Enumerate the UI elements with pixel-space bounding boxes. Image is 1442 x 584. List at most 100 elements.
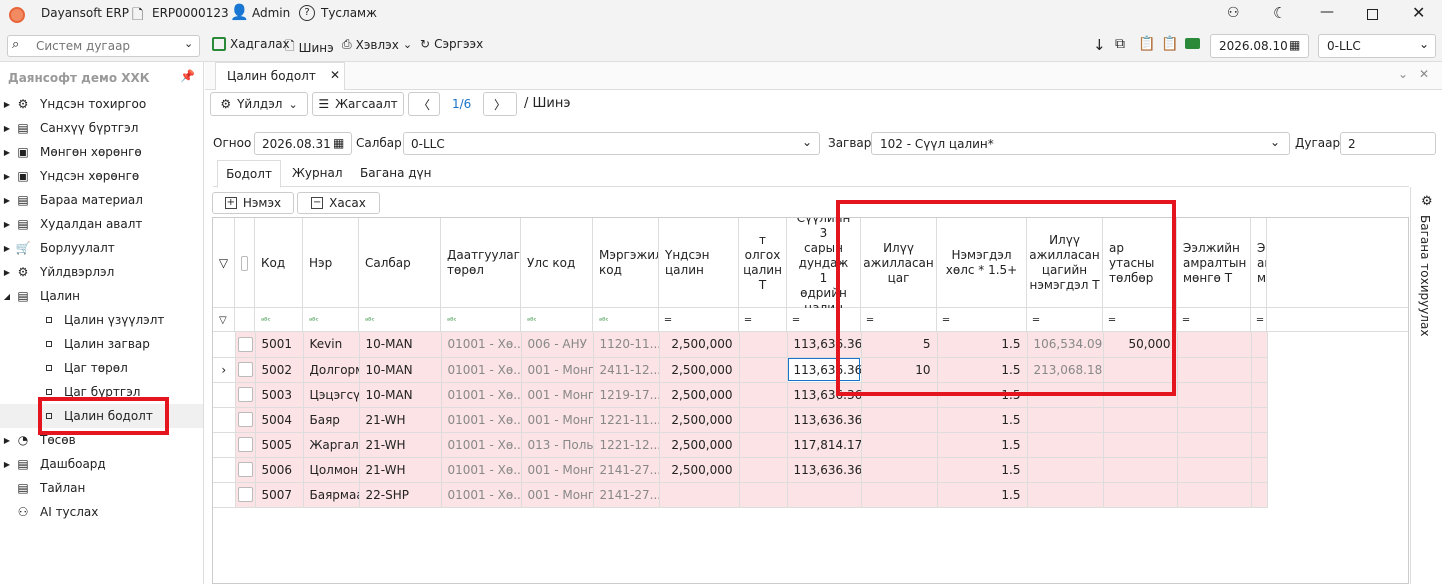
sidebar-item-9[interactable]: Цалин үзүүлэлт xyxy=(0,308,203,332)
agent-icon[interactable]: ⚇ xyxy=(1227,5,1240,21)
table-row[interactable]: 5007Баярмаа22-SHP01001 - Хө...001 - Монг… xyxy=(213,482,1268,508)
cell-otpay[interactable] xyxy=(1027,432,1104,458)
cell-empty[interactable] xyxy=(739,332,788,358)
cell-otpay[interactable] xyxy=(1027,482,1104,508)
cell-country[interactable]: 001 - Монг... xyxy=(521,482,594,508)
cell-country[interactable]: 006 - АНУ xyxy=(521,332,594,358)
sidebar-item-17[interactable]: ⚇ AI туслах xyxy=(0,500,203,524)
table-row[interactable]: 5005Жаргал21-WH01001 - Хө...013 - Польш1… xyxy=(213,432,1268,458)
cell-empty[interactable] xyxy=(1251,332,1268,358)
cell-name[interactable]: Баярмаа xyxy=(303,482,360,508)
copy-icon[interactable]: ⧉ xyxy=(1115,36,1125,52)
cell-empty[interactable] xyxy=(1251,432,1268,458)
save-button[interactable]: Хадгалах xyxy=(212,37,290,51)
cell-branch[interactable]: 21-WH xyxy=(359,457,442,483)
chevron-down-icon[interactable]: ⌄ xyxy=(184,37,193,50)
print-button[interactable]: ⎙ Хэвлэх ⌄ xyxy=(342,37,412,52)
row-checkbox[interactable] xyxy=(235,357,256,383)
cell-branch[interactable]: 10-MAN xyxy=(359,382,442,408)
sidebar-item-16[interactable]: ▤ Тайлан xyxy=(0,476,203,500)
close-tab-icon[interactable]: ✕ xyxy=(330,68,340,82)
cell-prof[interactable]: 1219-17... xyxy=(593,382,660,408)
cell-prof[interactable]: 2411-12... xyxy=(593,357,660,383)
cell-empty[interactable] xyxy=(1251,457,1268,483)
tab-salary-calc[interactable]: Цалин бодолт ✕ xyxy=(215,62,345,90)
filter-cell[interactable]: ═ xyxy=(1251,308,1267,332)
column-header-14[interactable]: Ээлжийн амралтын мөнгө xyxy=(1251,218,1267,308)
cell-branch[interactable]: 10-MAN xyxy=(359,332,442,358)
cell-country[interactable]: 001 - Монг... xyxy=(521,382,594,408)
cell-ins[interactable]: 01001 - Хө... xyxy=(441,357,522,383)
download-icon[interactable]: ↓ xyxy=(1093,36,1106,54)
new-button[interactable]: 🗋 Шинэ xyxy=(285,37,334,58)
sidebar-item-6[interactable]: ▶ 🛒 Борлуулалт xyxy=(0,236,203,260)
cell-branch[interactable]: 10-MAN xyxy=(359,357,442,383)
cell-ins[interactable]: 01001 - Хө... xyxy=(441,432,522,458)
cell-base[interactable] xyxy=(659,482,740,508)
sidebar-item-1[interactable]: ▶ ▤ Санхүү бүртгэл xyxy=(0,116,203,140)
action-button[interactable]: ⚙ Үйлдэл ⌄ xyxy=(210,92,308,116)
cell-empty[interactable] xyxy=(739,482,788,508)
cell-empty[interactable] xyxy=(1177,457,1252,483)
sidebar-item-7[interactable]: ▶ ⚙ Үйлдвэрлэл xyxy=(0,260,203,284)
prev-page-button[interactable]: 〈 xyxy=(408,92,440,116)
tab-calculation[interactable]: Бодолт xyxy=(217,160,281,188)
row-checkbox[interactable] xyxy=(235,457,256,483)
cell-empty[interactable] xyxy=(1177,432,1252,458)
cell-country[interactable]: 001 - Монг... xyxy=(521,407,594,433)
column-header-6[interactable]: Үндсэн цалин xyxy=(659,218,739,308)
cell-empty[interactable] xyxy=(739,382,788,408)
row-checkbox[interactable] xyxy=(235,432,256,458)
cell-empty[interactable] xyxy=(739,407,788,433)
cell-empty[interactable] xyxy=(1177,407,1252,433)
close-icon[interactable]: ✕ xyxy=(1412,3,1425,22)
sidebar-item-3[interactable]: ▶ ▣ Үндсэн хөрөнгө xyxy=(0,164,203,188)
filter-cell[interactable]: ᵃᴮᶜ xyxy=(359,308,441,332)
chevron-down-icon[interactable]: ⌄ xyxy=(1398,67,1408,81)
branch-field[interactable]: 0-LLC ⌄ xyxy=(403,132,820,155)
filter-cell[interactable]: ᵃᴮᶜ xyxy=(255,308,303,332)
table-row[interactable]: 5006Цолмон21-WH01001 - Хө...001 - Монг..… xyxy=(213,457,1268,483)
cell-empty[interactable] xyxy=(1177,382,1252,408)
clipboard-icon[interactable]: 📋 xyxy=(1161,36,1178,52)
filter-icon[interactable]: ▽ xyxy=(213,218,235,308)
cell-code[interactable]: 5001 xyxy=(255,332,304,358)
cell-mult[interactable]: 1.5 xyxy=(937,432,1028,458)
cell-phone[interactable] xyxy=(1103,432,1178,458)
sidebar-item-4[interactable]: ▶ ▤ Бараа материал xyxy=(0,188,203,212)
user-name[interactable]: Admin xyxy=(252,6,290,20)
row-checkbox[interactable] xyxy=(235,482,256,508)
column-header-7[interactable]: т олгох цалин Т xyxy=(739,218,787,308)
cell-prof[interactable]: 2141-27... xyxy=(593,482,660,508)
cell-code[interactable]: 5004 xyxy=(255,407,304,433)
branch-select[interactable]: 0-LLC ⌄ xyxy=(1318,34,1436,58)
cell-otpay[interactable] xyxy=(1027,457,1104,483)
cell-name[interactable]: Цолмон xyxy=(303,457,360,483)
remove-row-button[interactable]: − Хасах xyxy=(297,192,380,214)
cash-icon[interactable] xyxy=(1185,38,1200,49)
close-all-icon[interactable]: ✕ xyxy=(1419,67,1429,81)
cell-branch[interactable]: 21-WH xyxy=(359,407,442,433)
cell-country[interactable]: 001 - Монг... xyxy=(521,457,594,483)
column-header-4[interactable]: Улс код xyxy=(521,218,593,308)
cell-empty[interactable] xyxy=(1251,382,1268,408)
cell-prof[interactable]: 1221-11... xyxy=(593,407,660,433)
help-link[interactable]: Тусламж xyxy=(321,6,377,20)
help-icon[interactable]: ? xyxy=(299,5,315,21)
sidebar-item-15[interactable]: ▶ ▤ Дашбоард xyxy=(0,452,203,476)
column-header-13[interactable]: Ээлжийн амралтын мөнгө Т xyxy=(1177,218,1251,308)
cell-country[interactable]: 013 - Польш xyxy=(521,432,594,458)
cell-empty[interactable] xyxy=(739,432,788,458)
cell-ot[interactable] xyxy=(861,457,938,483)
sidebar-item-2[interactable]: ▶ ▣ Мөнгөн хөрөнгө xyxy=(0,140,203,164)
pin-icon[interactable]: 📌 xyxy=(180,69,195,83)
cell-phone[interactable] xyxy=(1103,457,1178,483)
cell-mult[interactable]: 1.5 xyxy=(937,482,1028,508)
cell-name[interactable]: Цэцэгсүрэн xyxy=(303,382,360,408)
calendar-icon[interactable]: ▦ xyxy=(333,136,344,150)
row-checkbox[interactable] xyxy=(235,332,256,358)
refresh-button[interactable]: ↻ Сэргээх xyxy=(420,37,483,51)
cell-empty[interactable] xyxy=(1251,407,1268,433)
cell-avg[interactable]: 113,636.36 xyxy=(787,457,862,483)
cell-code[interactable]: 5006 xyxy=(255,457,304,483)
